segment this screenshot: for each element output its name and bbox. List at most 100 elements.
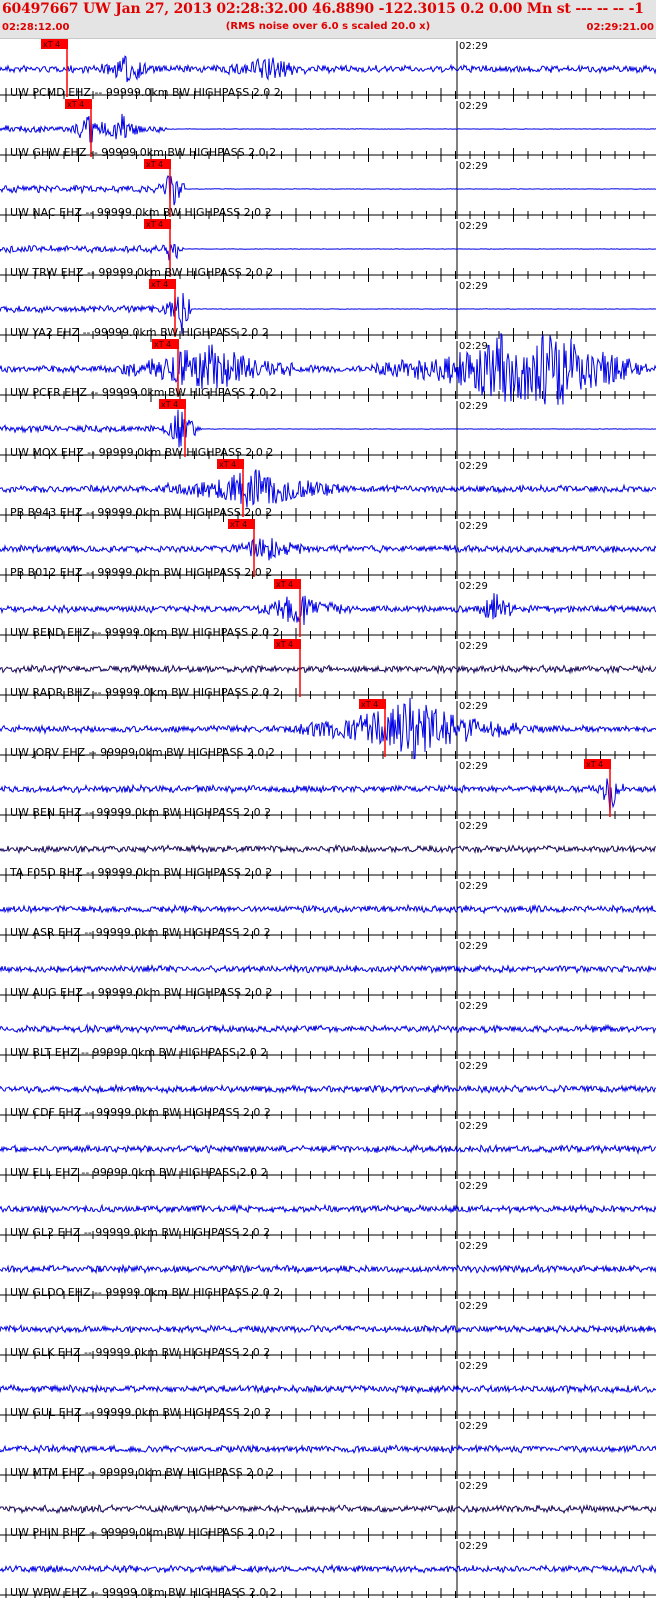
- waveform: [0, 1083, 656, 1095]
- minute-label: 02:29: [459, 761, 488, 772]
- waveform: [0, 1323, 656, 1335]
- minute-label: 02:29: [459, 1241, 488, 1252]
- minute-label: 02:29: [459, 101, 488, 112]
- trace-panel: 02:29 UW CDF EHZ -- 99999.0km BW HIGHPASS…: [0, 1061, 656, 1122]
- trace-panel: 02:29 UW ASR EHZ -- 99999.0km BW HIGHPASS…: [0, 881, 656, 942]
- pick-label: xT 4: [230, 520, 247, 529]
- waveform: [0, 1563, 656, 1575]
- station-label: UW BEND EHZ -- 99999.0km BW HIGHPASS 2.0…: [10, 626, 280, 639]
- minute-label: 02:29: [459, 641, 488, 652]
- station-label: UW BLT EHZ -- 99999.0km BW HIGHPASS 2.0 …: [10, 1046, 267, 1059]
- waveform: [0, 963, 656, 975]
- trace-panel: 02:29 UW GUL EHZ -- 99999.0km BW HIGHPASS…: [0, 1361, 656, 1422]
- minute-label: 02:29: [459, 1181, 488, 1192]
- waveform: [0, 538, 656, 561]
- trace-panel: 02:29 xT 4 UW PCFR EHZ -- 99999.0km BW HIG…: [0, 333, 656, 405]
- minute-label: 02:29: [459, 581, 488, 592]
- trace-panel: 02:29 xT 4 UW BEND EHZ -- 99999.0km BW HIG…: [0, 579, 656, 642]
- trace-panel: 02:29 UW AUG EHZ -- 99999.0km BW HIGHPASS…: [0, 941, 656, 1002]
- trace-panel: 02:29 xT 4 UW MOX EHZ -- 99999.0km BW HIGH…: [0, 399, 656, 462]
- waveform: [0, 1383, 656, 1395]
- minute-label: 02:29: [459, 1061, 488, 1072]
- minute-label: 02:29: [459, 521, 488, 532]
- minute-label: 02:29: [459, 821, 488, 832]
- minute-label: 02:29: [459, 401, 488, 412]
- waveform: [0, 1143, 656, 1155]
- trace-panel: 02:29 UW GLDO EHZ -- 99999.0km BW HIGHPAS…: [0, 1241, 656, 1302]
- waveform: [0, 1503, 656, 1515]
- trace-panel: 02:29 xT 4 UW NAC EHZ -- 99999.0km BW HIGH…: [0, 159, 656, 222]
- pick-label: xT 4: [151, 280, 168, 289]
- minute-label: 02:29: [459, 461, 488, 472]
- minute-label: 02:29: [459, 1541, 488, 1552]
- trace-panel: 02:29 UW PHIN BHZ -- 99999.0km BW HIGHPAS…: [0, 1481, 656, 1542]
- minute-label: 02:29: [459, 281, 488, 292]
- minute-label: 02:29: [459, 41, 488, 52]
- minute-label: 02:29: [459, 221, 488, 232]
- trace-panel: 02:29 UW ELL EHZ -- 99999.0km BW HIGHPASS…: [0, 1121, 656, 1182]
- trace-panel: 02:29 xT 4 UW TRW EHZ -- 99999.0km BW HIGH…: [0, 219, 656, 282]
- waveform: [0, 113, 656, 143]
- minute-label: 02:29: [459, 1121, 488, 1132]
- pick-label: xT 4: [43, 40, 60, 49]
- minute-label: 02:29: [459, 701, 488, 712]
- station-label: UW NAC EHZ -- 99999.0km BW HIGHPASS 2.0 …: [10, 206, 272, 219]
- trace-panel: 02:29 xT 4 UW YA2 EHZ -- 99999.0km BW HIGH…: [0, 279, 656, 342]
- trace-panel: 02:29 xT 4 UW BEN EHZ -- 99999.0km BW HIGH…: [0, 759, 656, 822]
- station-label: UW TRW EHZ -- 99999.0km BW HIGHPASS 2.0 …: [10, 266, 273, 279]
- pick-label: xT 4: [276, 580, 293, 589]
- waveform: [0, 469, 656, 508]
- trace-panel: 02:29 UW WPW EHZ -- 99999.0km BW HIGHPASS…: [0, 1541, 656, 1598]
- pick-label: xT 4: [146, 220, 163, 229]
- waveform: [0, 593, 656, 626]
- trace-panel: 02:29 xT 4 UW RADR BHZ -- 99999.0km BW HIG…: [0, 639, 656, 702]
- station-label: UW YA2 EHZ -- 99999.0km BW HIGHPASS 2.0 …: [10, 326, 269, 339]
- trace-panel: 02:29 UW BLT EHZ -- 99999.0km BW HIGHPASS…: [0, 1001, 656, 1062]
- station-label: UW ASR EHZ -- 99999.0km BW HIGHPASS 2.0 …: [10, 926, 271, 939]
- station-label: PB B943 EHZ -- 99999.0km BW HIGHPASS 2.0…: [10, 506, 272, 519]
- station-label: UW GUL EHZ -- 99999.0km BW HIGHPASS 2.0 …: [10, 1406, 271, 1419]
- station-label: UW JORV EHZ -- 99999.0km BW HIGHPASS 2.0…: [10, 746, 275, 759]
- waveform: [0, 243, 656, 261]
- station-label: UW AUG EHZ -- 99999.0km BW HIGHPASS 2.0 …: [10, 986, 273, 999]
- station-label: UW WPW EHZ -- 99999.0km BW HIGHPASS 2.0 …: [10, 1586, 277, 1598]
- trace-panel: 02:29 UW GLK EHZ -- 99999.0km BW HIGHPASS…: [0, 1301, 656, 1362]
- trace-panel: 02:29 UW MTM EHZ -- 99999.0km BW HIGHPASS…: [0, 1421, 656, 1482]
- minute-label: 02:29: [459, 1301, 488, 1312]
- station-label: UW MTM EHZ -- 99999.0km BW HIGHPASS 2.0 …: [10, 1466, 274, 1479]
- trace-panel: 02:29 xT 4 PB B012 EHZ -- 99999.0km BW HIG…: [0, 519, 656, 582]
- pick-label: xT 4: [161, 400, 178, 409]
- station-label: UW GLDO EHZ -- 99999.0km BW HIGHPASS 2.0…: [10, 1286, 280, 1299]
- waveform: [0, 903, 656, 915]
- pick-label: xT 4: [154, 340, 171, 349]
- waveform: [0, 663, 656, 675]
- minute-label: 02:29: [459, 161, 488, 172]
- waveform: [0, 175, 656, 206]
- seismogram-plot: 02:29xT 4UW PCMD EHZ -- 99999.0km BW HIG…: [0, 39, 656, 1598]
- minute-label: 02:29: [459, 341, 488, 352]
- station-label: UW RADR BHZ -- 99999.0km BW HIGHPASS 2.0…: [10, 686, 280, 699]
- minute-label: 02:29: [459, 1421, 488, 1432]
- station-label: TA F05D BHZ -- 99999.0km BW HIGHPASS 2.0…: [9, 866, 272, 879]
- pick-label: xT 4: [67, 100, 84, 109]
- waveform: [0, 1023, 656, 1035]
- trace-panel: 02:29 xT 4 PB B943 EHZ -- 99999.0km BW HIG…: [0, 459, 656, 522]
- trace-panel: 02:29 UW GL2 EHZ -- 99999.0km BW HIGHPASS…: [0, 1181, 656, 1242]
- station-label: PB B012 EHZ -- 99999.0km BW HIGHPASS 2.0…: [10, 566, 272, 579]
- station-label: UW GL2 EHZ -- 99999.0km BW HIGHPASS 2.0 …: [10, 1226, 270, 1239]
- waveform: [0, 1443, 656, 1455]
- minute-label: 02:29: [459, 881, 488, 892]
- minute-label: 02:29: [459, 941, 488, 952]
- station-label: UW PCFR EHZ -- 99999.0km BW HIGHPASS 2.0…: [10, 386, 277, 399]
- minute-label: 02:29: [459, 1481, 488, 1492]
- station-label: UW ELL EHZ -- 99999.0km BW HIGHPASS 2.0 …: [10, 1166, 268, 1179]
- station-label: UW PHIN BHZ -- 99999.0km BW HIGHPASS 2.0…: [10, 1526, 275, 1539]
- waveform: [0, 1263, 656, 1275]
- station-label: UW PCMD EHZ -- 99999.0km BW HIGHPASS 2.0…: [10, 86, 281, 99]
- waveform: [0, 409, 656, 448]
- station-label: UW GLK EHZ -- 99999.0km BW HIGHPASS 2.0 …: [10, 1346, 270, 1359]
- trace-panel: 02:29 xT 4 UW PCMD EHZ -- 99999.0km BW HIG…: [0, 39, 656, 102]
- waveform: [0, 55, 656, 83]
- trace-panel: 02:29 TA F05D BHZ -- 99999.0km BW HIGHPAS…: [0, 821, 656, 882]
- station-label: UW GHW EHZ -- 99999.0km BW HIGHPASS 2.0 …: [10, 146, 276, 159]
